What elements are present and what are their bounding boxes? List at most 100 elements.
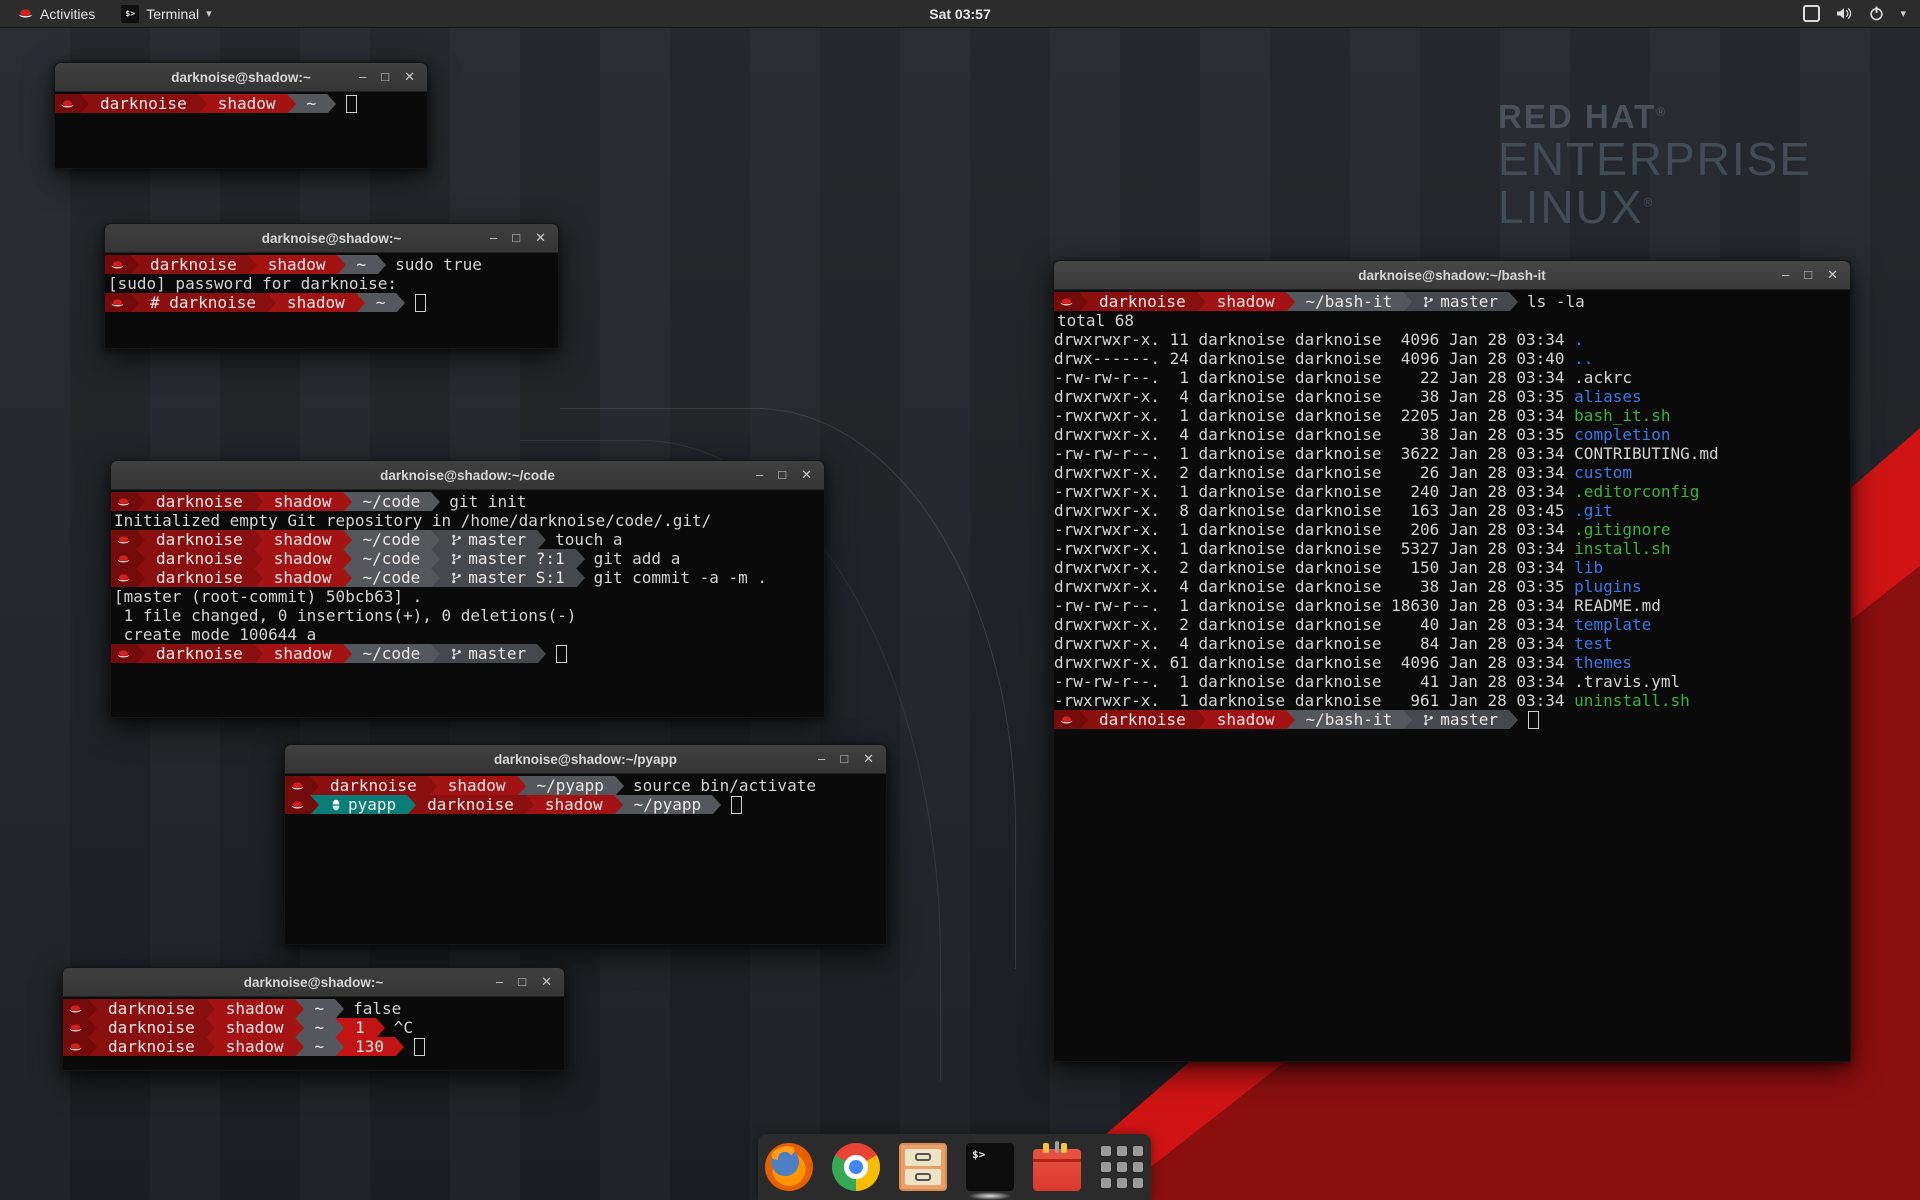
terminal-icon[interactable]: $> — [966, 1143, 1014, 1191]
prompt-segment-user: darknoise — [319, 776, 428, 795]
terminal-body[interactable]: darknoiseshadow~/codegit initInitialized… — [111, 490, 824, 663]
powerline-separator-icon — [88, 999, 97, 1018]
terminal-body[interactable]: darknoiseshadow~/pyappsource bin/activat… — [285, 774, 886, 814]
powerline-separator-icon — [356, 293, 365, 312]
toolbox-icon[interactable] — [1033, 1143, 1081, 1191]
close-button[interactable]: ✕ — [404, 63, 415, 91]
prompt-segment-path: ~ — [304, 999, 336, 1018]
terminal-line: total 68 — [1054, 311, 1850, 330]
maximize-button[interactable]: □ — [518, 968, 526, 996]
terminal-line: darknoiseshadow~/bash-itmaster — [1054, 710, 1850, 729]
segment-text: darknoise — [108, 1018, 195, 1037]
firefox-icon[interactable] — [765, 1143, 813, 1191]
file-meta: drwxrwxr-x. 11 darknoise darknoise 4096 … — [1054, 330, 1574, 349]
app-menu-terminal[interactable]: $> Terminal ▾ — [111, 0, 221, 27]
clock[interactable]: Sat 03:57 — [929, 6, 990, 22]
window-controls: –□ ✕ — [496, 968, 564, 996]
segment-text: ~/code — [363, 549, 421, 568]
prompt-segment-git: master — [1412, 710, 1509, 729]
window-titlebar[interactable]: darknoise@shadow:~–□✕ — [63, 968, 564, 997]
window-titlebar[interactable]: darknoise@shadow:~–□✕ — [105, 224, 558, 253]
command-text: git add a — [594, 549, 681, 568]
terminal-line: drwxrwxr-x. 2 darknoise darknoise 150 Ja… — [1054, 558, 1850, 577]
grid-dot — [1117, 1178, 1127, 1188]
prompt-segment-path: ~ — [304, 1037, 336, 1056]
terminal-body[interactable]: darknoiseshadow~ — [55, 92, 427, 113]
dock: $> — [758, 1134, 1151, 1200]
powerline-separator-icon — [254, 644, 263, 663]
powerline-separator-icon — [1403, 710, 1412, 729]
grid-dot — [1133, 1178, 1143, 1188]
redhat-icon — [1054, 292, 1079, 311]
command-text: source bin/activate — [633, 776, 816, 795]
power-icon — [1869, 6, 1884, 21]
minimize-button[interactable]: – — [1782, 261, 1789, 289]
system-status-area[interactable]: ▾ — [1803, 5, 1920, 22]
window-titlebar[interactable]: darknoise@shadow:~/pyapp–□✕ — [285, 745, 886, 774]
file-name: template — [1574, 615, 1651, 634]
minimize-button[interactable]: – — [490, 224, 497, 252]
maximize-button[interactable]: □ — [381, 63, 389, 91]
drawer-bottom — [905, 1169, 941, 1186]
maximize-button[interactable]: □ — [512, 224, 520, 252]
terminal-body[interactable]: darknoiseshadow~falsedarknoiseshadow~1^C… — [63, 997, 564, 1056]
prompt-segment-host: shadow — [215, 1037, 295, 1056]
maximize-button[interactable]: □ — [778, 461, 786, 489]
file-meta: -rwxrwxr-x. 1 darknoise darknoise 961 Ja… — [1054, 691, 1574, 710]
git-branch-icon — [451, 552, 462, 566]
powerline-separator-icon — [343, 530, 352, 549]
prompt-segment-host: shadow — [215, 999, 295, 1018]
terminal-line: darknoiseshadow~false — [63, 999, 564, 1018]
segment-text: darknoise — [427, 795, 514, 814]
close-button[interactable]: ✕ — [863, 745, 874, 773]
prompt-segment-host: shadow — [276, 293, 356, 312]
redhat-icon — [285, 795, 310, 814]
window-titlebar[interactable]: darknoise@shadow:~/code–□✕ — [111, 461, 824, 490]
activities-button[interactable]: Activities — [8, 0, 105, 27]
maximize-button[interactable]: □ — [840, 745, 848, 773]
grid-dot — [1101, 1178, 1111, 1188]
close-button[interactable]: ✕ — [535, 224, 546, 252]
powerline-separator-icon — [310, 795, 319, 814]
close-button[interactable]: ✕ — [801, 461, 812, 489]
chrome-icon[interactable] — [832, 1143, 880, 1191]
powerline-separator-icon — [88, 1037, 97, 1056]
minimize-button[interactable]: – — [359, 63, 366, 91]
terminal-cursor — [731, 796, 742, 814]
top-bar: Activities $> Terminal ▾ Sat 03:57 ▾ — [0, 0, 1920, 28]
windows-layer: darknoise@shadow:~–□✕darknoiseshadow~dar… — [0, 0, 1920, 1200]
redhat-icon — [105, 293, 130, 312]
segment-text: master — [468, 530, 526, 549]
file-meta: drwxrwxr-x. 8 darknoise darknoise 163 Ja… — [1054, 501, 1574, 520]
command-text: touch a — [555, 530, 622, 549]
prompt-segment-user: darknoise — [97, 999, 206, 1018]
maximize-button[interactable]: □ — [1804, 261, 1812, 289]
segment-text: 1 — [355, 1018, 365, 1037]
terminal-line: darknoiseshadow~1^C — [63, 1018, 564, 1037]
minimize-button[interactable]: – — [756, 461, 763, 489]
segment-text: ~ — [307, 94, 317, 113]
window-titlebar[interactable]: darknoise@shadow:~–□✕ — [55, 63, 427, 92]
terminal-window: darknoise@shadow:~/bash-it–□✕darknoisesh… — [1053, 260, 1851, 1062]
terminal-body[interactable]: darknoiseshadow~sudo true[sudo] password… — [105, 253, 558, 312]
minimize-button[interactable]: – — [496, 968, 503, 996]
segment-text: ~ — [315, 1037, 325, 1056]
powerline-separator-icon — [136, 492, 145, 511]
segment-text: shadow — [226, 1018, 284, 1037]
file-manager-icon[interactable] — [899, 1143, 947, 1191]
grid-dot — [1117, 1162, 1127, 1172]
terminal-line: darknoiseshadow~/codemaster ?:1git add a — [111, 549, 824, 568]
terminal-line: darknoiseshadow~/codegit init — [111, 492, 824, 511]
terminal-line: drwxrwxr-x. 4 darknoise darknoise 38 Jan… — [1054, 577, 1850, 596]
app-grid-icon[interactable] — [1100, 1145, 1144, 1189]
window-titlebar[interactable]: darknoise@shadow:~/bash-it–□✕ — [1054, 261, 1850, 290]
close-button[interactable]: ✕ — [541, 968, 552, 996]
git-branch-icon — [1423, 295, 1434, 309]
redhat-icon — [63, 1037, 88, 1056]
segment-text: darknoise — [1099, 292, 1186, 311]
close-button[interactable]: ✕ — [1827, 261, 1838, 289]
segment-text: shadow — [268, 255, 326, 274]
minimize-button[interactable]: – — [818, 745, 825, 773]
powerline-separator-icon — [537, 644, 546, 663]
terminal-body[interactable]: darknoiseshadow~/bash-itmasterls -latota… — [1054, 290, 1850, 729]
